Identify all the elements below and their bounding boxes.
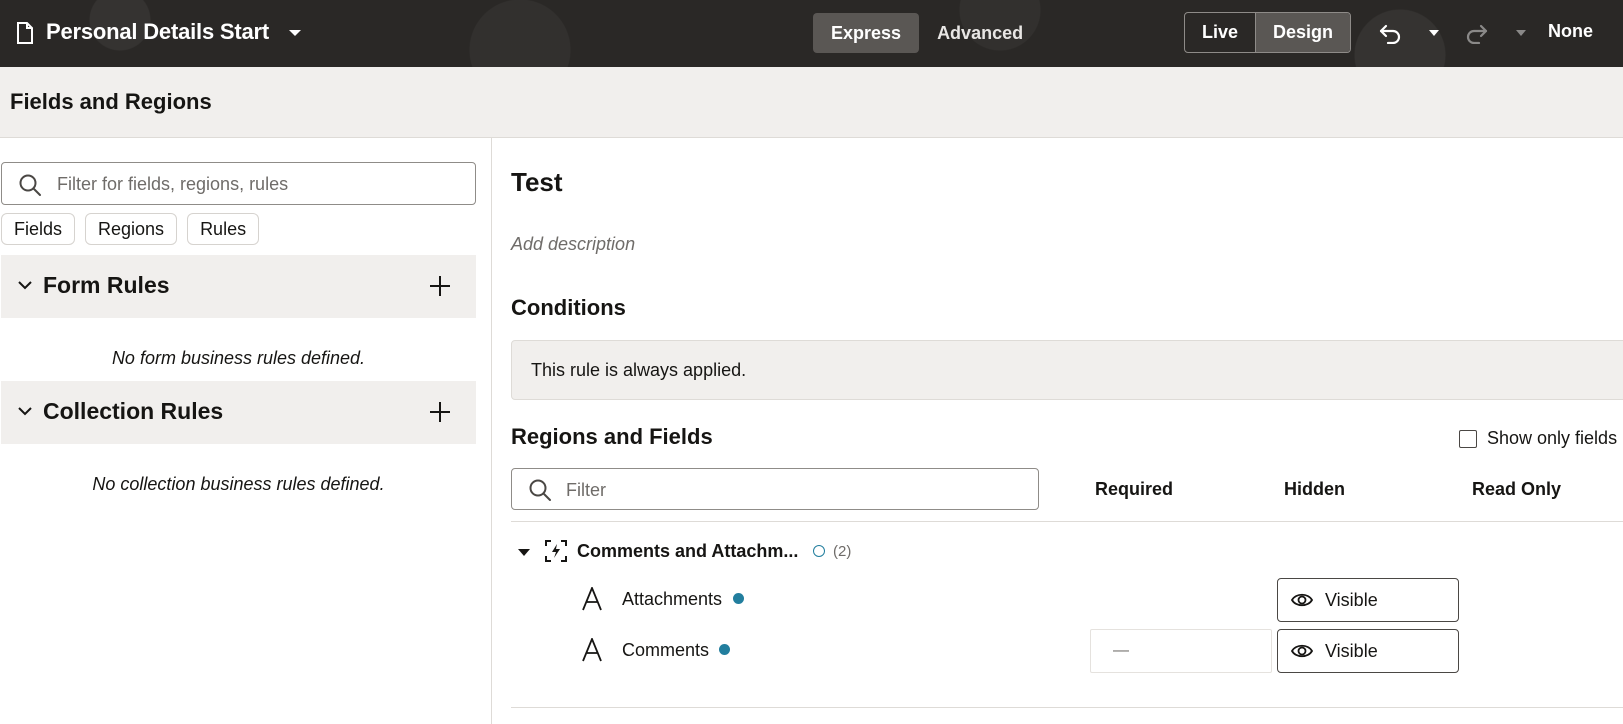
- chip-rules[interactable]: Rules: [187, 213, 260, 245]
- view-toggle: Live Design: [1184, 12, 1352, 53]
- rules-search-box[interactable]: [1, 162, 476, 205]
- hidden-toggle-button[interactable]: Visible: [1277, 629, 1459, 673]
- form-rules-empty-message: No form business rules defined.: [111, 348, 366, 368]
- form-rules-title: Form Rules: [43, 272, 170, 298]
- conditions-box[interactable]: This rule is always applied.: [511, 340, 1623, 400]
- undo-icon[interactable]: [1378, 22, 1402, 44]
- add-description[interactable]: Add description: [511, 234, 635, 255]
- rules-search-input[interactable]: [57, 170, 457, 198]
- regions-fields-title: Regions and Fields: [511, 424, 713, 449]
- chip-regions[interactable]: Regions: [85, 213, 178, 245]
- redo-menu-chevron-icon[interactable]: [1515, 29, 1527, 37]
- region-icon: [545, 540, 567, 562]
- status-dot: [733, 593, 744, 604]
- show-only-fields-toggle[interactable]: Show only fields: [1459, 428, 1617, 449]
- region-name: Comments and Attachm...: [577, 541, 799, 561]
- collection-rules-header[interactable]: Collection Rules: [1, 381, 476, 444]
- search-icon: [529, 479, 551, 501]
- rule-editor: Test Add description Conditions This rul…: [493, 138, 1623, 724]
- conditions-text: This rule is always applied.: [531, 360, 747, 380]
- document-icon: [17, 22, 33, 44]
- add-icon[interactable]: [429, 275, 451, 297]
- eye-icon: [1291, 593, 1313, 607]
- rule-title[interactable]: Test: [511, 167, 563, 198]
- express-mode-button[interactable]: Express: [813, 13, 920, 53]
- conditions-title: Conditions: [511, 295, 626, 320]
- text-field-icon: [582, 587, 602, 611]
- column-header-required: Required: [1095, 479, 1174, 499]
- region-field-count: (2): [833, 543, 852, 560]
- live-view-button[interactable]: Live: [1185, 13, 1255, 52]
- filter-chips: Fields Regions Rules: [1, 213, 260, 245]
- visibility-label: Visible: [1325, 641, 1378, 661]
- text-field-icon: [582, 638, 602, 662]
- fields-filter-input[interactable]: [566, 476, 966, 504]
- sub-header: Fields and Regions: [0, 67, 1623, 138]
- undo-menu-chevron-icon[interactable]: [1428, 29, 1440, 37]
- status-dot: [719, 644, 730, 655]
- top-bar: Personal Details Start Express Advanced …: [0, 0, 1623, 67]
- divider: [511, 707, 1623, 708]
- required-value: —: [1113, 642, 1129, 659]
- rules-panel: Fields Regions Rules Form Rules No form …: [0, 138, 492, 724]
- chevron-down-icon[interactable]: [17, 280, 33, 291]
- visibility-label: Visible: [1325, 590, 1378, 610]
- hidden-toggle-button[interactable]: Visible: [1277, 578, 1459, 622]
- chevron-down-icon[interactable]: [288, 28, 302, 38]
- column-header-read-only: Read Only: [1472, 479, 1562, 499]
- page-title[interactable]: Personal Details Start: [46, 19, 269, 45]
- column-header-hidden: Hidden: [1284, 479, 1345, 499]
- add-icon[interactable]: [429, 401, 451, 423]
- fields-filter-box[interactable]: [511, 468, 1039, 510]
- required-toggle[interactable]: —: [1090, 629, 1272, 673]
- field-name: Attachments: [622, 589, 723, 609]
- collection-rules-title: Collection Rules: [43, 398, 224, 424]
- search-icon: [19, 174, 41, 196]
- status-indicator: [813, 545, 825, 557]
- show-only-label: Show only fields: [1487, 428, 1618, 448]
- eye-icon: [1291, 644, 1313, 658]
- field-name: Comments: [622, 640, 710, 660]
- redo-icon[interactable]: [1465, 22, 1489, 44]
- form-rules-header[interactable]: Form Rules: [1, 255, 476, 318]
- field-row-comments: Comments — Visible: [511, 629, 1623, 673]
- chevron-down-icon[interactable]: [17, 406, 33, 417]
- collection-rules-empty-message: No collection business rules defined.: [92, 474, 385, 494]
- section-title: Fields and Regions: [10, 89, 212, 114]
- field-row-attachments: Attachments Visible: [511, 578, 1623, 622]
- chip-fields[interactable]: Fields: [1, 213, 76, 245]
- advanced-mode-button[interactable]: Advanced: [919, 13, 1041, 53]
- show-only-checkbox[interactable]: [1459, 429, 1477, 448]
- divider: [511, 521, 1623, 522]
- design-view-button[interactable]: Design: [1255, 13, 1351, 52]
- region-group-row[interactable]: Comments and Attachm... (2): [511, 532, 1211, 572]
- mode-toggle: Express Advanced: [813, 13, 1041, 53]
- selection-label[interactable]: None: [1548, 21, 1593, 42]
- caret-down-icon[interactable]: [517, 548, 531, 557]
